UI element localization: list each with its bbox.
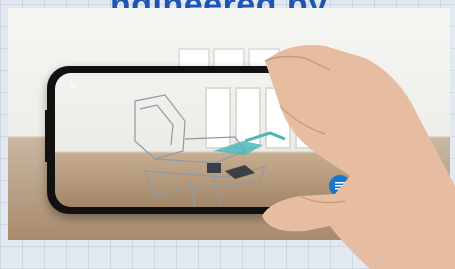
close-icon[interactable]: ✕: [67, 81, 79, 93]
hand: [262, 45, 455, 269]
phone-notch: [45, 110, 55, 162]
